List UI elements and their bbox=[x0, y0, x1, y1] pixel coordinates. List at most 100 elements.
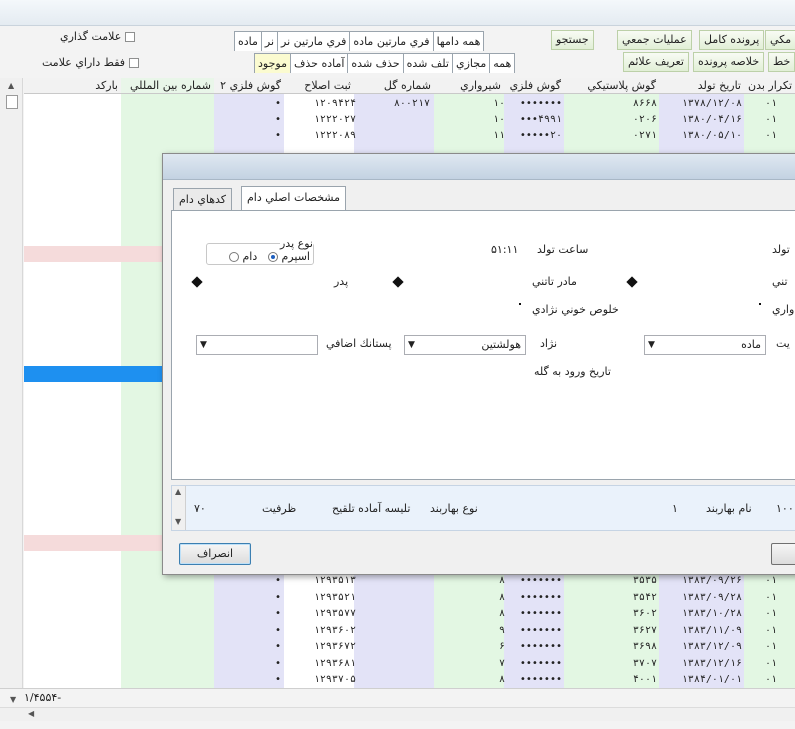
header-milking[interactable]: شيرواري bbox=[434, 78, 504, 94]
tab-all-animals[interactable]: همه دامها bbox=[432, 32, 485, 51]
radio-dot[interactable] bbox=[268, 252, 278, 262]
toolbar-button-cut[interactable]: مکي bbox=[765, 30, 795, 50]
scroll-thumb[interactable] bbox=[6, 95, 18, 109]
header-repeat[interactable]: تکرار بدن bbox=[744, 78, 795, 94]
tab-animal-main-info[interactable]: مشخصات اصلي دام bbox=[241, 186, 347, 210]
corrected-cell: ١٢٠٩۴٢۴ bbox=[313, 98, 356, 109]
barn-list-scrollbar[interactable]: ▲ ▼ bbox=[172, 486, 186, 530]
animal-type-tabs: همه دامها فري مارتين ماده فري مارتين نر … bbox=[234, 31, 485, 51]
pick-dam-icon[interactable] bbox=[626, 276, 638, 288]
repeat-cell: ٠١ bbox=[764, 608, 777, 619]
scroll-left-icon[interactable]: ◀ bbox=[28, 709, 34, 718]
header-barcode[interactable]: بارکد bbox=[24, 78, 121, 94]
plastic-ear-cell: ٣۶٢٧ bbox=[632, 624, 657, 636]
cancel-button[interactable]: انصراف bbox=[179, 543, 251, 565]
checkbox-box[interactable] bbox=[125, 31, 136, 42]
sex-label: يت bbox=[776, 337, 790, 350]
record-count: ١/۴۵۵۴- bbox=[24, 691, 62, 704]
metal-ear-cell: ••••••• bbox=[519, 674, 562, 685]
milking-cell: ٩ bbox=[498, 624, 505, 636]
plastic-ear-cell: ٣۵۴٢ bbox=[632, 591, 657, 603]
bullet-cell: • bbox=[275, 575, 282, 586]
define-marks-button[interactable]: تعريف علائم bbox=[623, 52, 689, 72]
header-herd-no[interactable]: شماره گل bbox=[354, 78, 434, 94]
mark-assign-checkbox[interactable]: علامت گذاري bbox=[60, 30, 136, 43]
only-marked-checkbox[interactable]: فقط داراي علامت bbox=[42, 56, 140, 69]
only-marked-label: فقط داراي علامت bbox=[42, 56, 126, 69]
corrected-cell: ١٢٩٣۶٧٢ bbox=[313, 641, 356, 652]
barn-type-label: نوع بهاربند bbox=[430, 502, 478, 515]
header-corrected[interactable]: ثبت اصلاح bbox=[284, 78, 354, 94]
barn-list[interactable]: ▲ ▼ ٧٠ ظرفيت تليسه آماده تلقيح نوع بهارب… bbox=[171, 485, 795, 531]
header-ear2[interactable]: گوش فلزي ٢ bbox=[214, 78, 284, 94]
expand-down-icon[interactable]: ▼ bbox=[10, 695, 16, 704]
bullet-cell: • bbox=[275, 608, 282, 619]
tab-virtual[interactable]: مجازي bbox=[451, 54, 490, 73]
vertical-scrollbar[interactable]: ▲ bbox=[0, 78, 23, 688]
tab-male[interactable]: نر bbox=[260, 32, 278, 51]
title-strip bbox=[0, 0, 795, 26]
file-summary-button[interactable]: خلاصه پرونده bbox=[693, 52, 765, 72]
confirm-button[interactable] bbox=[771, 543, 795, 565]
tab-ready-remove[interactable]: آماده حذف bbox=[289, 54, 348, 73]
horizontal-scrollbar[interactable]: ◀ bbox=[0, 707, 795, 721]
birth-date-cell: ١٣٨٣/١٢/١۶ bbox=[681, 657, 742, 669]
header-metal-ear[interactable]: گوش فلزي bbox=[504, 78, 564, 94]
radio-dot[interactable] bbox=[229, 252, 239, 262]
scroll-up-icon[interactable]: ▲ bbox=[175, 487, 181, 496]
corrected-cell: ١٢٩٣۶٠٢ bbox=[313, 624, 356, 636]
scroll-up-icon[interactable]: ▲ bbox=[8, 81, 14, 90]
full-file-button[interactable]: پرونده کامل bbox=[699, 30, 765, 50]
repeat-cell: ٠١ bbox=[764, 98, 777, 109]
bullet-cell: • bbox=[275, 130, 282, 141]
main-info-panel: نوع پدر اسپرم دام ساعت تولد ١١:۵١ تولد پ… bbox=[171, 210, 795, 480]
plastic-ear-cell: ۴٠٠١ bbox=[632, 674, 657, 685]
father-type-sperm-radio[interactable]: اسپرم bbox=[268, 250, 310, 263]
sex-select[interactable]: ▼ ماده bbox=[644, 335, 766, 355]
tab-present[interactable]: موجود bbox=[254, 54, 290, 73]
header-intl-id[interactable]: شماره بين المللي bbox=[121, 78, 214, 94]
milking-cell: ٨ bbox=[498, 608, 505, 619]
scroll-down-icon[interactable]: ▼ bbox=[175, 517, 181, 526]
tab-female[interactable]: ماده bbox=[234, 32, 261, 51]
dialog-title-bar[interactable] bbox=[163, 154, 795, 180]
header-plastic-ear[interactable]: گوش پلاستيکي bbox=[564, 78, 659, 94]
metal-ear-cell: ••••••• bbox=[519, 591, 562, 603]
extra-suffix-select[interactable]: ▼ bbox=[196, 335, 318, 355]
tab-freemartin-male[interactable]: فري مارتين نر bbox=[277, 32, 350, 51]
tab-removed[interactable]: حذف شده bbox=[347, 54, 403, 73]
tab-freemartin-female[interactable]: فري مارتين ماده bbox=[349, 32, 433, 51]
tab-animal-codes[interactable]: کدهاي دام bbox=[173, 188, 233, 210]
corrected-cell: ١٢٩٣۶٨١ bbox=[313, 657, 356, 669]
milking-cell: ۶ bbox=[498, 641, 505, 652]
extra-suffix-label: پستانك اضافي bbox=[326, 337, 392, 350]
header-birth-date[interactable]: تاريخ تولد bbox=[659, 78, 744, 94]
bulk-operations-button[interactable]: عمليات جمعي bbox=[617, 30, 692, 50]
tab-all[interactable]: همه bbox=[489, 54, 516, 73]
barn-code-value: ١٠٠١ bbox=[776, 502, 795, 515]
milking-cell: ٧ bbox=[498, 657, 505, 669]
birth-date-cell: ١٣٨٣/١١/٠٩ bbox=[681, 624, 742, 636]
chevron-down-icon: ▼ bbox=[648, 340, 655, 350]
plastic-ear-cell: ٣۵٣۵ bbox=[632, 575, 657, 586]
milking-cell: ١٠ bbox=[492, 98, 505, 109]
tab-dead[interactable]: تلف شده bbox=[402, 54, 452, 73]
metal-ear-cell: •••۴٩٩١ bbox=[519, 114, 562, 125]
milking-cell: ٨ bbox=[498, 591, 505, 603]
plastic-ear-cell: ٣۶٩٨ bbox=[632, 641, 657, 652]
breed-select[interactable]: ▼ هولشتين bbox=[404, 335, 526, 355]
toolbar-button-cut-2[interactable]: خط bbox=[768, 52, 795, 72]
father-type-label: نوع پدر bbox=[280, 237, 313, 250]
corrected-cell: ١٢٩٣۵٧٧ bbox=[313, 608, 356, 619]
app-window: علامت گذاري فقط داراي علامت همه دامها فر… bbox=[0, 0, 795, 729]
barn-name-value: ١ bbox=[672, 502, 678, 515]
corrected-cell: ١٢٢٢٠٨٩ bbox=[313, 130, 356, 141]
repeat-cell: ٠١ bbox=[764, 575, 777, 586]
father-type-animal-radio[interactable]: دام bbox=[229, 250, 257, 263]
pick-mother-icon[interactable] bbox=[392, 276, 404, 288]
pick-father-icon[interactable] bbox=[191, 276, 203, 288]
plastic-ear-cell: ٠٢٧١ bbox=[632, 130, 657, 141]
mother-label: مادر تاتني bbox=[532, 275, 577, 288]
checkbox-box[interactable] bbox=[129, 57, 140, 68]
search-button[interactable]: جستجو bbox=[551, 30, 594, 50]
